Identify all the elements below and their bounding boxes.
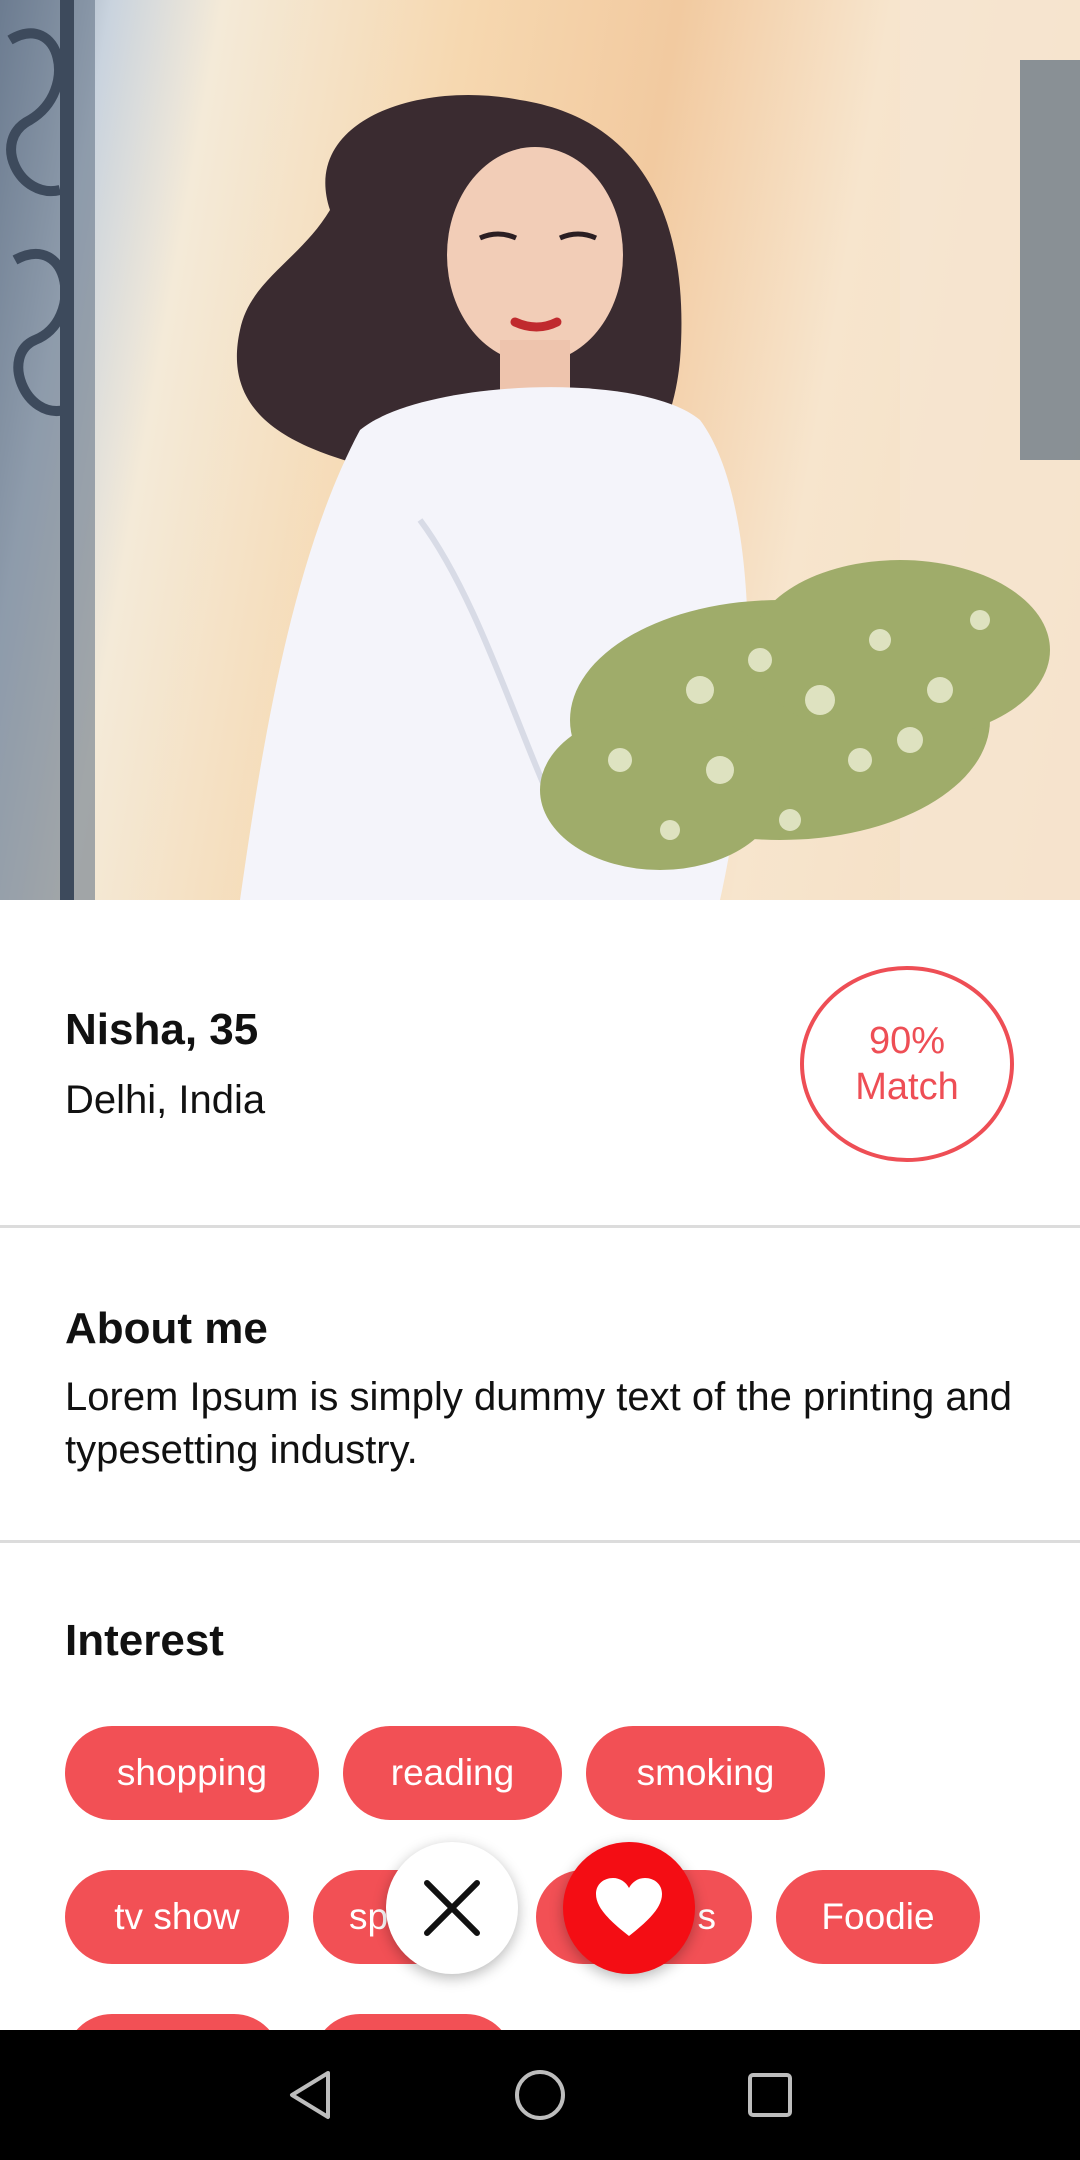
nav-home-button[interactable] <box>475 2030 605 2160</box>
profile-location: Delhi, India <box>65 1078 266 1122</box>
match-label: Match <box>855 1066 959 1108</box>
profile-name-age: Nisha, 35 <box>65 1005 259 1054</box>
recents-square-icon <box>748 2073 792 2117</box>
nav-recents-button[interactable] <box>705 2030 835 2160</box>
interest-chip-partial[interactable] <box>65 2014 281 2030</box>
match-percent: 90% <box>868 1020 946 1062</box>
profile-info-section: Nisha, 35 Delhi, India 90% Match <box>0 900 1080 1228</box>
about-text: Lorem Ipsum is simply dummy text of the … <box>65 1375 1013 1472</box>
dislike-button[interactable] <box>386 1842 518 1974</box>
interest-chip[interactable]: tv show <box>65 1870 289 1964</box>
close-icon <box>424 1880 480 1936</box>
interest-chip[interactable]: shopping <box>65 1726 319 1820</box>
profile-photo[interactable] <box>0 0 1080 900</box>
nav-back-button[interactable] <box>245 2030 375 2160</box>
interest-chip[interactable]: Foodie <box>776 1870 980 1964</box>
about-heading: About me <box>65 1304 268 1353</box>
interest-heading: Interest <box>65 1616 224 1665</box>
interest-chip-partial[interactable] <box>313 2014 513 2030</box>
interest-chip[interactable]: reading <box>343 1726 562 1820</box>
profile-photo-illustration <box>0 0 1080 900</box>
system-nav-bar <box>0 2030 1080 2160</box>
home-circle-icon <box>515 2070 565 2120</box>
match-badge: 90% Match <box>800 966 1014 1162</box>
interest-chip[interactable]: smoking <box>586 1726 825 1820</box>
heart-icon <box>596 1878 662 1936</box>
interest-section: Interest shopping reading smoking tv sho… <box>0 1546 1080 2030</box>
about-section: About me Lorem Ipsum is simply dummy tex… <box>0 1231 1080 1543</box>
back-triangle-icon <box>290 2071 330 2119</box>
like-button[interactable] <box>563 1842 695 1974</box>
